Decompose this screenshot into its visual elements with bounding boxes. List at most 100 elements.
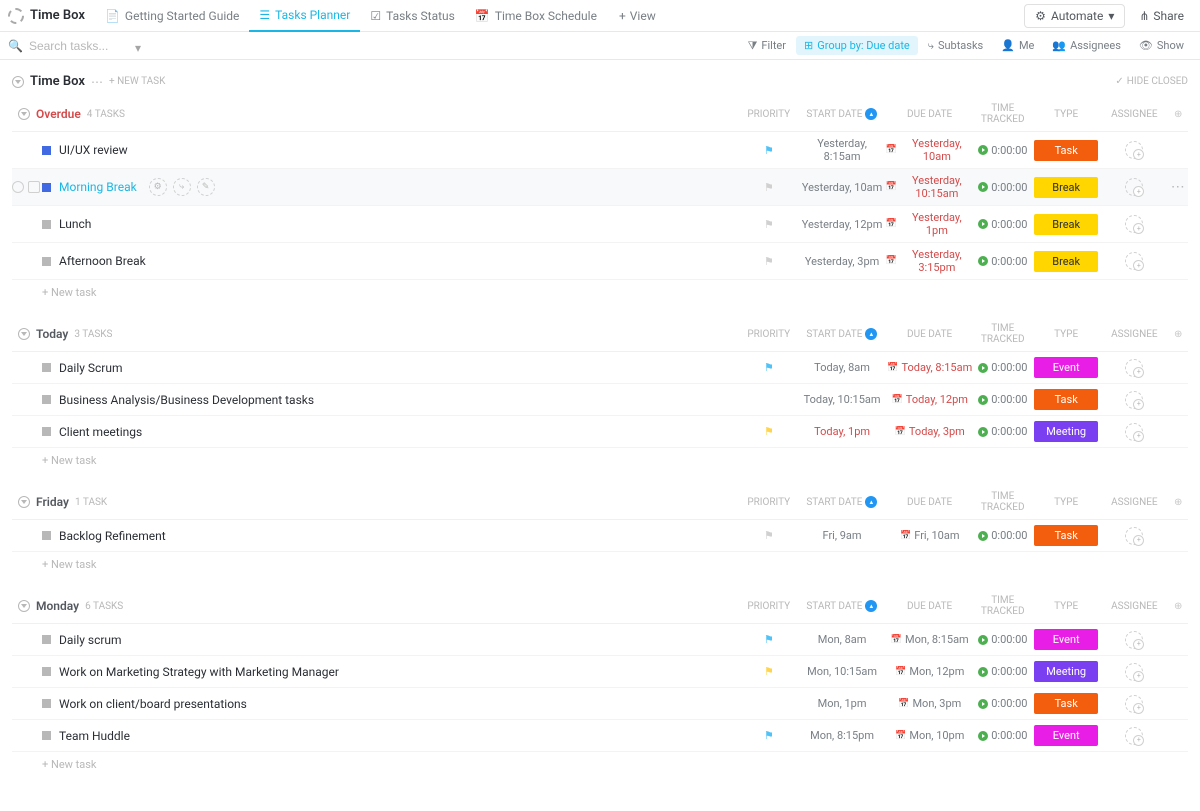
collapse-icon[interactable]: [12, 76, 24, 88]
cell-time-tracked[interactable]: 0:00:00: [974, 697, 1032, 710]
cell-due-date[interactable]: 📅Yesterday, 10am: [886, 137, 974, 163]
search-input[interactable]: [29, 39, 129, 53]
task-row[interactable]: Lunch⚑Yesterday, 12pm📅Yesterday, 1pm0:00…: [12, 206, 1188, 243]
col-type[interactable]: TYPE: [1032, 329, 1100, 340]
task-name[interactable]: Daily scrum: [59, 633, 122, 647]
cell-time-tracked[interactable]: 0:00:00: [974, 425, 1032, 438]
task-row[interactable]: Team Huddle⚑Mon, 8:15pm📅Mon, 10pm0:00:00…: [12, 720, 1188, 752]
cell-type[interactable]: Meeting: [1032, 661, 1100, 682]
new-task-row[interactable]: + New task: [12, 448, 1188, 473]
me-button[interactable]: 👤Me: [993, 36, 1042, 55]
cell-due-date[interactable]: 📅Today, 8:15am: [886, 361, 974, 374]
list-menu-icon[interactable]: ⋯: [91, 75, 103, 89]
subtasks-button[interactable]: ⤷Subtasks: [920, 36, 991, 56]
cell-assignee[interactable]: [1100, 527, 1168, 545]
tab-time-box-schedule[interactable]: 📅Time Box Schedule: [465, 0, 607, 32]
play-icon[interactable]: [978, 182, 988, 192]
cell-start-date[interactable]: Mon, 1pm: [798, 697, 886, 710]
cell-priority[interactable]: ⚑: [740, 181, 798, 194]
group-name[interactable]: Today: [36, 327, 68, 341]
cell-time-tracked[interactable]: 0:00:00: [974, 665, 1032, 678]
cell-start-date[interactable]: Fri, 9am: [798, 529, 886, 542]
cell-more[interactable]: ⋯: [1169, 179, 1188, 195]
cell-due-date[interactable]: 📅Yesterday, 1pm: [886, 211, 974, 237]
status-square-icon[interactable]: [42, 427, 51, 436]
add-column-button[interactable]: ⊕: [1169, 601, 1189, 612]
cell-due-date[interactable]: 📅Today, 3pm: [886, 425, 974, 438]
col-assignee[interactable]: ASSIGNEE: [1100, 329, 1168, 340]
play-icon[interactable]: [978, 427, 988, 437]
cell-type[interactable]: Break: [1032, 214, 1100, 235]
cell-due-date[interactable]: 📅Mon, 8:15am: [886, 633, 974, 646]
flag-icon[interactable]: ⚑: [764, 181, 774, 194]
cell-type[interactable]: Event: [1032, 357, 1100, 378]
cell-start-date[interactable]: Mon, 10:15am: [798, 665, 886, 678]
row-select[interactable]: [12, 181, 40, 193]
play-icon[interactable]: [978, 145, 988, 155]
assignees-button[interactable]: 👥Assignees: [1044, 36, 1129, 55]
col-priority[interactable]: PRIORITY: [740, 329, 799, 340]
cell-time-tracked[interactable]: 0:00:00: [974, 633, 1032, 646]
col-due-date[interactable]: DUE DATE: [886, 329, 974, 340]
flag-icon[interactable]: ⚑: [764, 144, 774, 157]
cell-assignee[interactable]: [1100, 391, 1168, 409]
collapse-icon[interactable]: [18, 600, 30, 612]
cell-type[interactable]: Task: [1032, 693, 1100, 714]
cell-due-date[interactable]: 📅Yesterday, 10:15am: [886, 174, 974, 200]
cell-assignee[interactable]: [1100, 423, 1168, 441]
new-task-button[interactable]: + NEW TASK: [109, 76, 165, 87]
cell-assignee[interactable]: [1100, 215, 1168, 233]
add-column-button[interactable]: ⊕: [1169, 497, 1189, 508]
task-name[interactable]: Daily Scrum: [59, 361, 123, 375]
cell-priority[interactable]: ⚑: [740, 729, 798, 742]
collapse-icon[interactable]: [18, 108, 30, 120]
task-name[interactable]: Work on client/board presentations: [59, 697, 247, 711]
tag-icon[interactable]: ⚙: [149, 178, 167, 196]
cell-due-date[interactable]: 📅Mon, 3pm: [886, 697, 974, 710]
collapse-icon[interactable]: [18, 328, 30, 340]
task-row[interactable]: Client meetings⚑Today, 1pm📅Today, 3pm0:0…: [12, 416, 1188, 448]
play-icon[interactable]: [978, 256, 988, 266]
col-time-tracked[interactable]: TIME TRACKED: [974, 491, 1033, 513]
cell-due-date[interactable]: 📅Yesterday, 3:15pm: [886, 248, 974, 274]
status-square-icon[interactable]: [42, 635, 51, 644]
cell-time-tracked[interactable]: 0:00:00: [974, 393, 1032, 406]
task-row[interactable]: Business Analysis/Business Development t…: [12, 384, 1188, 416]
cell-due-date[interactable]: 📅Mon, 12pm: [886, 665, 974, 678]
flag-icon[interactable]: ⚑: [764, 218, 774, 231]
cell-priority[interactable]: ⚑: [740, 529, 798, 542]
group-by-button[interactable]: ⊞Group by: Due date: [796, 36, 918, 55]
col-due-date[interactable]: DUE DATE: [886, 601, 974, 612]
task-row[interactable]: Work on Marketing Strategy with Marketin…: [12, 656, 1188, 688]
cell-type[interactable]: Task: [1032, 140, 1100, 161]
status-square-icon[interactable]: [42, 699, 51, 708]
cell-time-tracked[interactable]: 0:00:00: [974, 144, 1032, 157]
cell-assignee[interactable]: [1100, 252, 1168, 270]
flag-icon[interactable]: ⚑: [764, 361, 774, 374]
flag-icon[interactable]: ⚑: [764, 729, 774, 742]
play-icon[interactable]: [978, 531, 988, 541]
cell-type[interactable]: Task: [1032, 525, 1100, 546]
flag-icon[interactable]: ⚑: [764, 633, 774, 646]
cell-priority[interactable]: ⚑: [740, 218, 798, 231]
show-button[interactable]: 👁Show: [1131, 36, 1192, 55]
cell-assignee[interactable]: [1100, 727, 1168, 745]
play-icon[interactable]: [978, 395, 988, 405]
task-name[interactable]: Team Huddle: [59, 729, 130, 743]
cell-start-date[interactable]: Yesterday, 8:15am: [798, 137, 886, 163]
col-time-tracked[interactable]: TIME TRACKED: [974, 103, 1033, 125]
col-priority[interactable]: PRIORITY: [740, 109, 799, 120]
col-time-tracked[interactable]: TIME TRACKED: [974, 323, 1033, 345]
cell-assignee[interactable]: [1100, 178, 1168, 196]
task-name[interactable]: UI/UX review: [59, 143, 128, 157]
col-type[interactable]: TYPE: [1032, 109, 1100, 120]
flag-icon[interactable]: ⚑: [764, 665, 774, 678]
play-icon[interactable]: [978, 667, 988, 677]
cell-time-tracked[interactable]: 0:00:00: [974, 218, 1032, 231]
cell-priority[interactable]: ⚑: [740, 633, 798, 646]
col-time-tracked[interactable]: TIME TRACKED: [974, 595, 1033, 617]
new-task-row[interactable]: + New task: [12, 752, 1188, 777]
col-start-date[interactable]: START DATE: [798, 496, 886, 508]
flag-icon[interactable]: ⚑: [764, 255, 774, 268]
task-row[interactable]: UI/UX review ⚑ Yesterday, 8:15am📅Yesterday…: [12, 132, 1188, 169]
